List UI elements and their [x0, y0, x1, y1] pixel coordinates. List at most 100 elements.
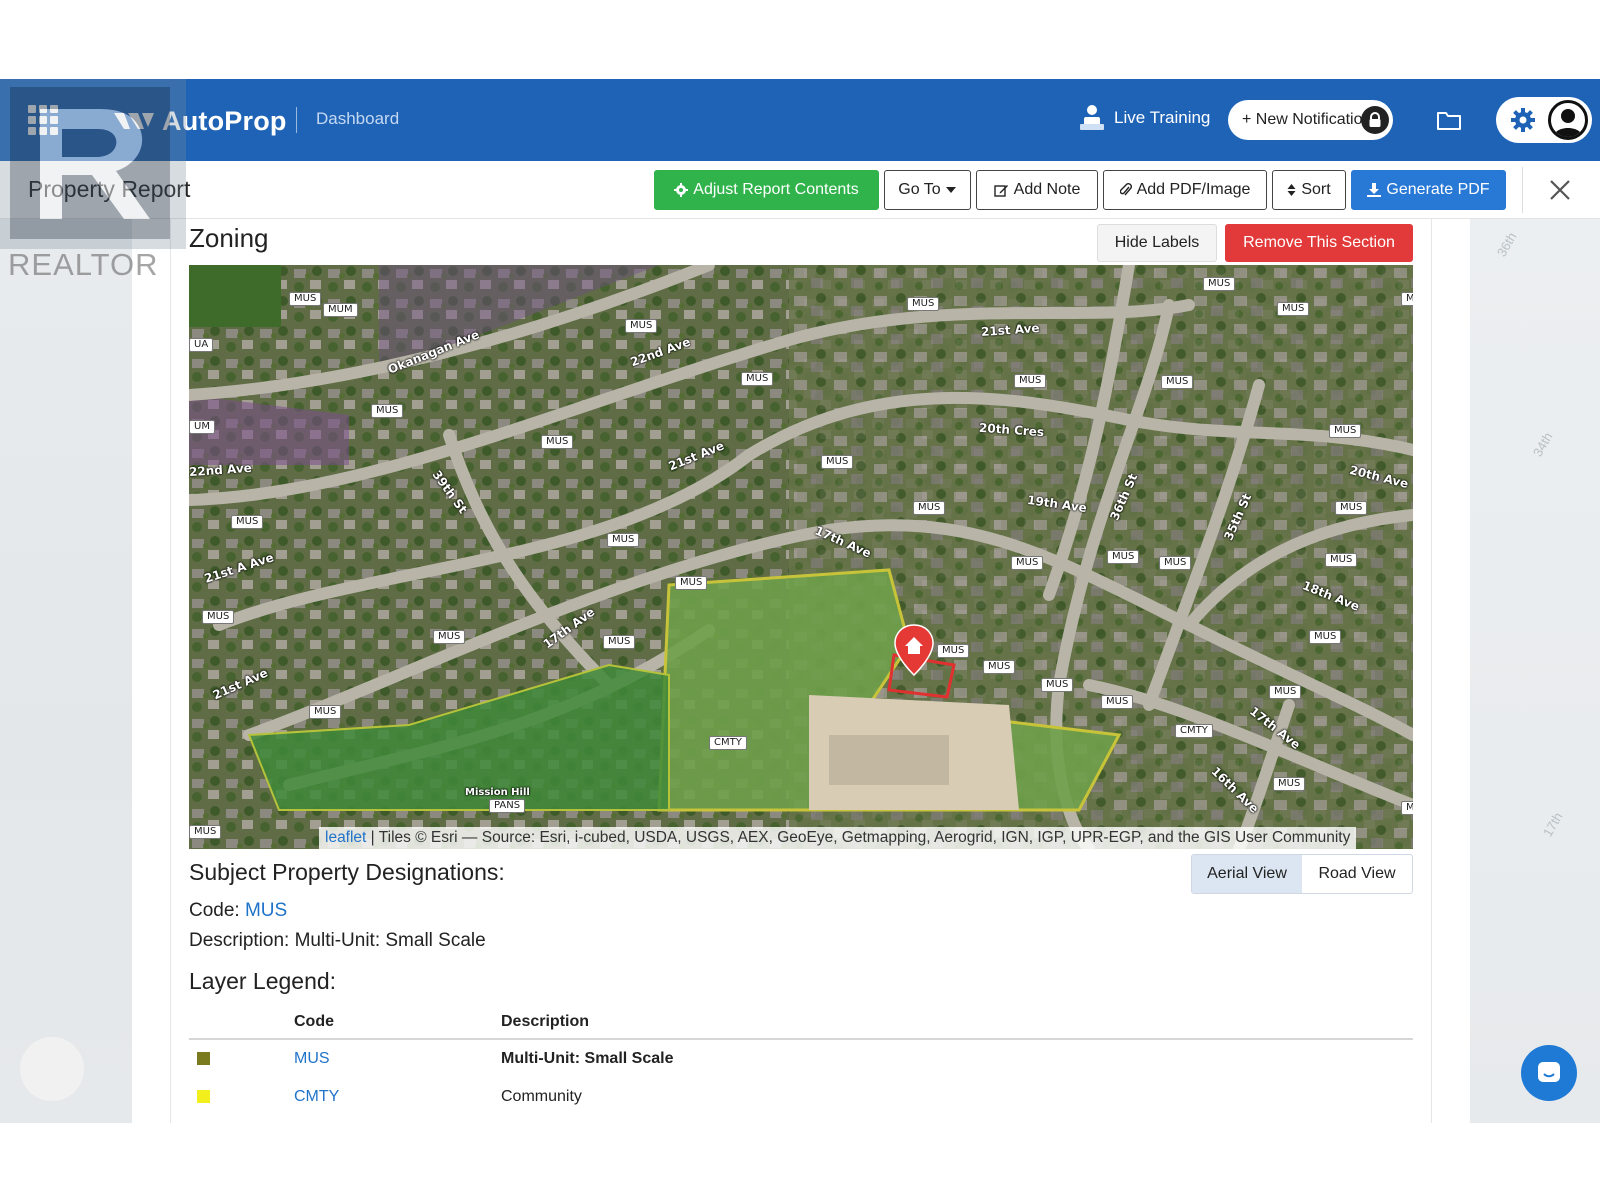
zone-label: MUS: [541, 435, 574, 449]
zone-label: MUS: [1011, 556, 1044, 570]
chat-support-button[interactable]: [1521, 1045, 1577, 1101]
add-pdf-label: Add PDF/Image: [1136, 181, 1251, 198]
zone-label: M: [1401, 801, 1413, 815]
zone-label: MUS: [913, 501, 946, 515]
zone-label: MUS: [433, 630, 466, 644]
zone-label: MUS: [1159, 556, 1192, 570]
adjust-report-contents-button[interactable]: Adjust Report Contents: [654, 170, 879, 210]
table-row: CMTY Community: [189, 1078, 1413, 1116]
column-header-description: Description: [501, 1013, 590, 1030]
realtor-logo-icon: [0, 79, 186, 249]
user-menu[interactable]: [1496, 97, 1592, 143]
adjust-label: Adjust Report Contents: [693, 181, 859, 198]
zone-label: MUS: [371, 404, 404, 418]
edit-icon: [993, 184, 1008, 197]
add-pdf-image-button[interactable]: Add PDF/Image: [1103, 170, 1267, 210]
folder-icon[interactable]: [1436, 109, 1462, 131]
zone-label: UA: [189, 338, 214, 352]
legend-code-link[interactable]: MUS: [294, 1050, 330, 1068]
watermark-text: REALTOR: [8, 247, 159, 282]
zone-label: MUS: [1014, 374, 1047, 388]
live-training-label: Live Training: [1114, 108, 1211, 127]
zone-label: MUS: [309, 705, 342, 719]
aerial-view-button[interactable]: Aerial View: [1192, 855, 1302, 893]
zone-label: MUS: [675, 576, 708, 590]
map-pin-button[interactable]: [20, 1037, 84, 1101]
close-icon[interactable]: [1546, 176, 1574, 204]
presenter-icon: [1080, 105, 1104, 130]
generate-label: Generate PDF: [1386, 181, 1490, 198]
map-attribution: leaflet | Tiles © Esri — Source: Esri, i…: [319, 827, 1357, 849]
cog-icon: [674, 183, 689, 197]
legend-swatch: [197, 1090, 210, 1103]
sort-icon: [1287, 184, 1296, 196]
zone-label: MUS: [289, 292, 322, 306]
remove-section-button[interactable]: Remove This Section: [1225, 224, 1413, 262]
zone-label: MUS: [821, 455, 854, 469]
user-silhouette-icon: [1554, 109, 1582, 137]
gear-icon[interactable]: [1510, 107, 1536, 133]
zoning-map[interactable]: MUS MUM UA UM MUS MUS MUS MUS MUS MUS MU…: [189, 265, 1413, 849]
zone-label: MUS: [1101, 695, 1134, 709]
table-row: MUS Multi-Unit: Small Scale: [189, 1040, 1413, 1078]
street-label: Mission Hill: [465, 787, 530, 798]
zoning-section: Zoning Hide Labels Remove This Section M…: [170, 219, 1432, 1123]
legend-swatch: [197, 1052, 210, 1065]
zone-label: MUS: [741, 372, 774, 386]
new-notification-label: + New Notification: [1242, 111, 1372, 128]
app-window: 36th 34th 17th AutoProp Dashboard Live T…: [0, 79, 1600, 1123]
add-note-button[interactable]: Add Note: [976, 170, 1098, 210]
code-label: Code:: [189, 900, 245, 921]
download-icon: [1367, 183, 1382, 197]
background-map-right: 36th 34th 17th: [1470, 217, 1600, 1123]
go-to-dropdown[interactable]: Go To: [884, 170, 971, 210]
road-view-button[interactable]: Road View: [1302, 855, 1412, 893]
zone-label: MUS: [1161, 375, 1194, 389]
zone-label: MUS: [1203, 277, 1236, 291]
header-divider: [1522, 167, 1523, 213]
new-notification-button[interactable]: + New Notification: [1228, 100, 1393, 140]
legend-description: Community: [501, 1088, 582, 1105]
zone-label: CMTY: [1175, 724, 1213, 738]
zone-label: MUS: [937, 644, 970, 658]
map-view-toggle: Aerial View Road View: [1191, 854, 1413, 894]
generate-pdf-button[interactable]: Generate PDF: [1351, 170, 1506, 210]
zone-label: MUS: [603, 635, 636, 649]
legend-code-link[interactable]: CMTY: [294, 1088, 339, 1106]
zone-label: MUS: [1329, 424, 1362, 438]
caret-down-icon: [945, 187, 956, 193]
realtor-watermark: REALTOR: [0, 79, 186, 289]
zone-label: MUS: [907, 297, 940, 311]
lock-icon: [1361, 106, 1389, 134]
aerial-imagery: [189, 265, 1413, 849]
hide-labels-button[interactable]: Hide Labels: [1097, 224, 1217, 262]
add-note-label: Add Note: [1013, 181, 1081, 198]
chat-icon: [1538, 1062, 1560, 1082]
legend-heading: Layer Legend:: [189, 968, 337, 994]
report-header: Property Report Adjust Report Contents G…: [0, 161, 1600, 219]
legend-table-header: Code Description: [189, 1006, 1413, 1040]
designations-heading: Subject Property Designations:: [189, 859, 505, 885]
zone-label: MUS: [1273, 777, 1306, 791]
avatar[interactable]: [1548, 100, 1588, 140]
legend-description: Multi-Unit: Small Scale: [501, 1050, 674, 1067]
zone-label: MUS: [231, 515, 264, 529]
zone-label: MUM: [323, 303, 358, 317]
designation-description: Description: Multi-Unit: Small Scale: [189, 930, 486, 951]
goto-label: Go To: [898, 181, 941, 198]
zone-label: UM: [189, 420, 215, 434]
zone-label: MUS: [202, 610, 235, 624]
zone-label: MUS: [625, 319, 658, 333]
zone-label: MUS: [1107, 550, 1140, 564]
column-header-code: Code: [294, 1013, 334, 1030]
sort-button[interactable]: Sort: [1272, 170, 1346, 210]
leaflet-link[interactable]: leaflet: [325, 829, 366, 846]
zone-label: MUS: [189, 825, 222, 839]
live-training-link[interactable]: Live Training: [1080, 104, 1210, 132]
dashboard-link[interactable]: Dashboard: [316, 109, 399, 129]
zone-label: MUS: [1309, 630, 1342, 644]
top-navigation-bar: AutoProp Dashboard Live Training + New N…: [0, 79, 1600, 161]
code-value-link[interactable]: MUS: [245, 900, 287, 921]
zone-label: MUS: [983, 660, 1016, 674]
designation-code: Code: MUS: [189, 900, 287, 922]
